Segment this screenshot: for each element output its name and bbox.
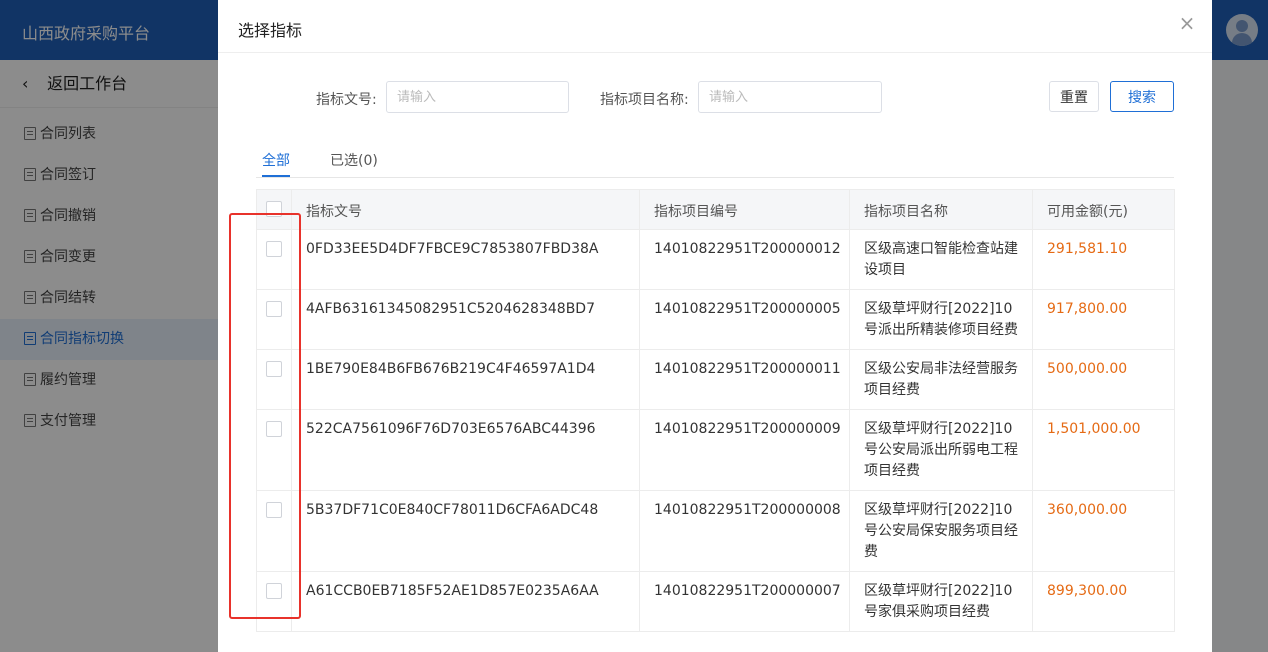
- tab-bar: 全部 已选(0): [256, 150, 1174, 178]
- project-name-cell: 区级草坪财行[2022]10号公安局派出所弱电工程项目经费: [849, 409, 1033, 491]
- doc-no-cell: 0FD33EE5D4DF7FBCE9C7853807FBD38A: [291, 229, 640, 290]
- column-header: 可用金额(元): [1032, 189, 1175, 230]
- table-header-row: 指标文号 指标项目编号 指标项目名称 可用金额(元): [256, 189, 1175, 230]
- doc-no-cell: A61CCB0EB7185F52AE1D857E0235A6AA: [291, 571, 640, 632]
- doc-no-cell: 522CA7561096F76D703E6576ABC44396: [291, 409, 640, 491]
- indicator-table: 指标文号 指标项目编号 指标项目名称 可用金额(元) 0FD33EE5D4DF7…: [256, 189, 1175, 632]
- search-button[interactable]: 搜索: [1110, 81, 1174, 112]
- table-row[interactable]: 522CA7561096F76D703E6576ABC44396 1401082…: [256, 409, 1175, 491]
- amount-cell: 917,800.00: [1032, 289, 1175, 350]
- column-header: 指标文号: [291, 189, 640, 230]
- amount-cell: 899,300.00: [1032, 571, 1175, 632]
- project-name-cell: 区级草坪财行[2022]10号家俱采购项目经费: [849, 571, 1033, 632]
- reset-button[interactable]: 重置: [1049, 81, 1099, 112]
- project-name-cell: 区级草坪财行[2022]10号公安局保安服务项目经费: [849, 490, 1033, 572]
- tab-all[interactable]: 全部: [262, 150, 290, 177]
- project-code-cell: 14010822951T200000011: [639, 349, 850, 410]
- dialog-title: 选择指标: [238, 21, 303, 40]
- select-indicator-dialog: 选择指标 × 指标文号: 指标项目名称: 重置 搜索 全部 已选(0) 指标文号…: [218, 0, 1212, 652]
- column-header: 指标项目名称: [849, 189, 1033, 230]
- table-row[interactable]: 0FD33EE5D4DF7FBCE9C7853807FBD38A 1401082…: [256, 229, 1175, 290]
- tab-selected[interactable]: 已选(0): [330, 150, 378, 177]
- column-header: 指标项目编号: [639, 189, 850, 230]
- amount-cell: 360,000.00: [1032, 490, 1175, 572]
- amount-cell: 1,501,000.00: [1032, 409, 1175, 491]
- doc-no-cell: 1BE790E84B6FB676B219C4F46597A1D4: [291, 349, 640, 410]
- table-row[interactable]: 5B37DF71C0E840CF78011D6CFA6ADC48 1401082…: [256, 490, 1175, 572]
- project-code-cell: 14010822951T200000012: [639, 229, 850, 290]
- project-name-cell: 区级草坪财行[2022]10号派出所精装修项目经费: [849, 289, 1033, 350]
- project-code-cell: 14010822951T200000009: [639, 409, 850, 491]
- doc-no-cell: 5B37DF71C0E840CF78011D6CFA6ADC48: [291, 490, 640, 572]
- project-name-cell: 区级公安局非法经营服务项目经费: [849, 349, 1033, 410]
- doc-no-label: 指标文号:: [316, 92, 377, 108]
- table-row[interactable]: A61CCB0EB7185F52AE1D857E0235A6AA 1401082…: [256, 571, 1175, 632]
- amount-cell: 291,581.10: [1032, 229, 1175, 290]
- checkbox-highlight-annotation: [229, 213, 301, 619]
- doc-no-input[interactable]: [386, 81, 569, 113]
- table-row[interactable]: 4AFB63161345082951C5204628348BD7 1401082…: [256, 289, 1175, 350]
- project-code-cell: 14010822951T200000008: [639, 490, 850, 572]
- header-divider: [218, 52, 1212, 53]
- project-code-cell: 14010822951T200000007: [639, 571, 850, 632]
- project-name-label: 指标项目名称:: [600, 92, 689, 108]
- project-name-input[interactable]: [698, 81, 882, 113]
- close-icon[interactable]: ×: [1176, 12, 1198, 34]
- amount-cell: 500,000.00: [1032, 349, 1175, 410]
- project-code-cell: 14010822951T200000005: [639, 289, 850, 350]
- doc-no-cell: 4AFB63161345082951C5204628348BD7: [291, 289, 640, 350]
- project-name-cell: 区级高速口智能检查站建设项目: [849, 229, 1033, 290]
- table-row[interactable]: 1BE790E84B6FB676B219C4F46597A1D4 1401082…: [256, 349, 1175, 410]
